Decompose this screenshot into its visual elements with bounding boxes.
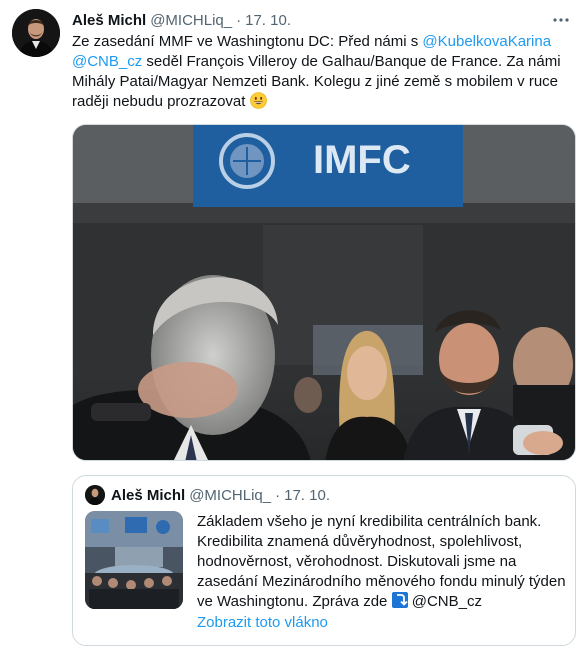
mention-kubelkovakarina[interactable]: @KubelkovaKarina: [422, 33, 551, 50]
quoted-tweet-thumbnail[interactable]: [85, 511, 183, 609]
avatar[interactable]: [12, 9, 60, 57]
conference-photo: IMFC: [73, 125, 575, 460]
quoted-timestamp[interactable]: 17. 10.: [284, 487, 330, 504]
quoted-tweet-header: Aleš Michl @MICHLiq_ · 17. 10.: [85, 485, 330, 505]
avatar-photo: [12, 9, 60, 57]
quoted-mention-cnb[interactable]: @CNB_cz: [408, 593, 482, 610]
more-options-icon[interactable]: [549, 8, 573, 32]
tweet-text: Ze zasedání MMF ve Washingtonu DC: Před …: [72, 32, 572, 112]
quoted-tweet-text: Základem všeho je nyní kredibilita centr…: [197, 512, 567, 612]
tweet[interactable]: Aleš Michl @MICHLiq_ · 17. 10. Ze zasedá…: [0, 0, 585, 655]
quoted-text-body: Základem všeho je nyní kredibilita centr…: [197, 513, 566, 610]
grinning-face-icon: [249, 92, 267, 109]
quoted-separator-dot: ·: [275, 486, 281, 504]
author-handle[interactable]: @MICHLiq_: [150, 12, 232, 29]
quoted-author-name[interactable]: Aleš Michl: [111, 487, 185, 504]
quoted-tweet[interactable]: Aleš Michl @MICHLiq_ · 17. 10. Základem …: [72, 475, 576, 646]
tweet-text-part-1: Ze zasedání MMF ve Washingtonu DC: Před …: [72, 33, 423, 50]
right-down-arrow-icon: [391, 592, 408, 608]
quoted-avatar[interactable]: [85, 485, 105, 505]
imfc-sign-text: IMFC: [313, 138, 411, 182]
timestamp[interactable]: 17. 10.: [245, 12, 291, 29]
show-thread-link[interactable]: Zobrazit toto vlákno: [197, 614, 328, 631]
tweet-text-part-2: seděl François Villeroy de Galhau/Banque…: [72, 53, 561, 110]
mention-cnb[interactable]: @CNB_cz: [72, 53, 142, 70]
quoted-author-handle[interactable]: @MICHLiq_: [189, 487, 271, 504]
separator-dot: ·: [236, 11, 242, 29]
tweet-header: Aleš Michl @MICHLiq_ · 17. 10.: [72, 10, 545, 30]
tweet-photo[interactable]: IMFC: [72, 124, 576, 461]
meeting-room-photo: [85, 511, 183, 609]
author-name[interactable]: Aleš Michl: [72, 12, 146, 29]
